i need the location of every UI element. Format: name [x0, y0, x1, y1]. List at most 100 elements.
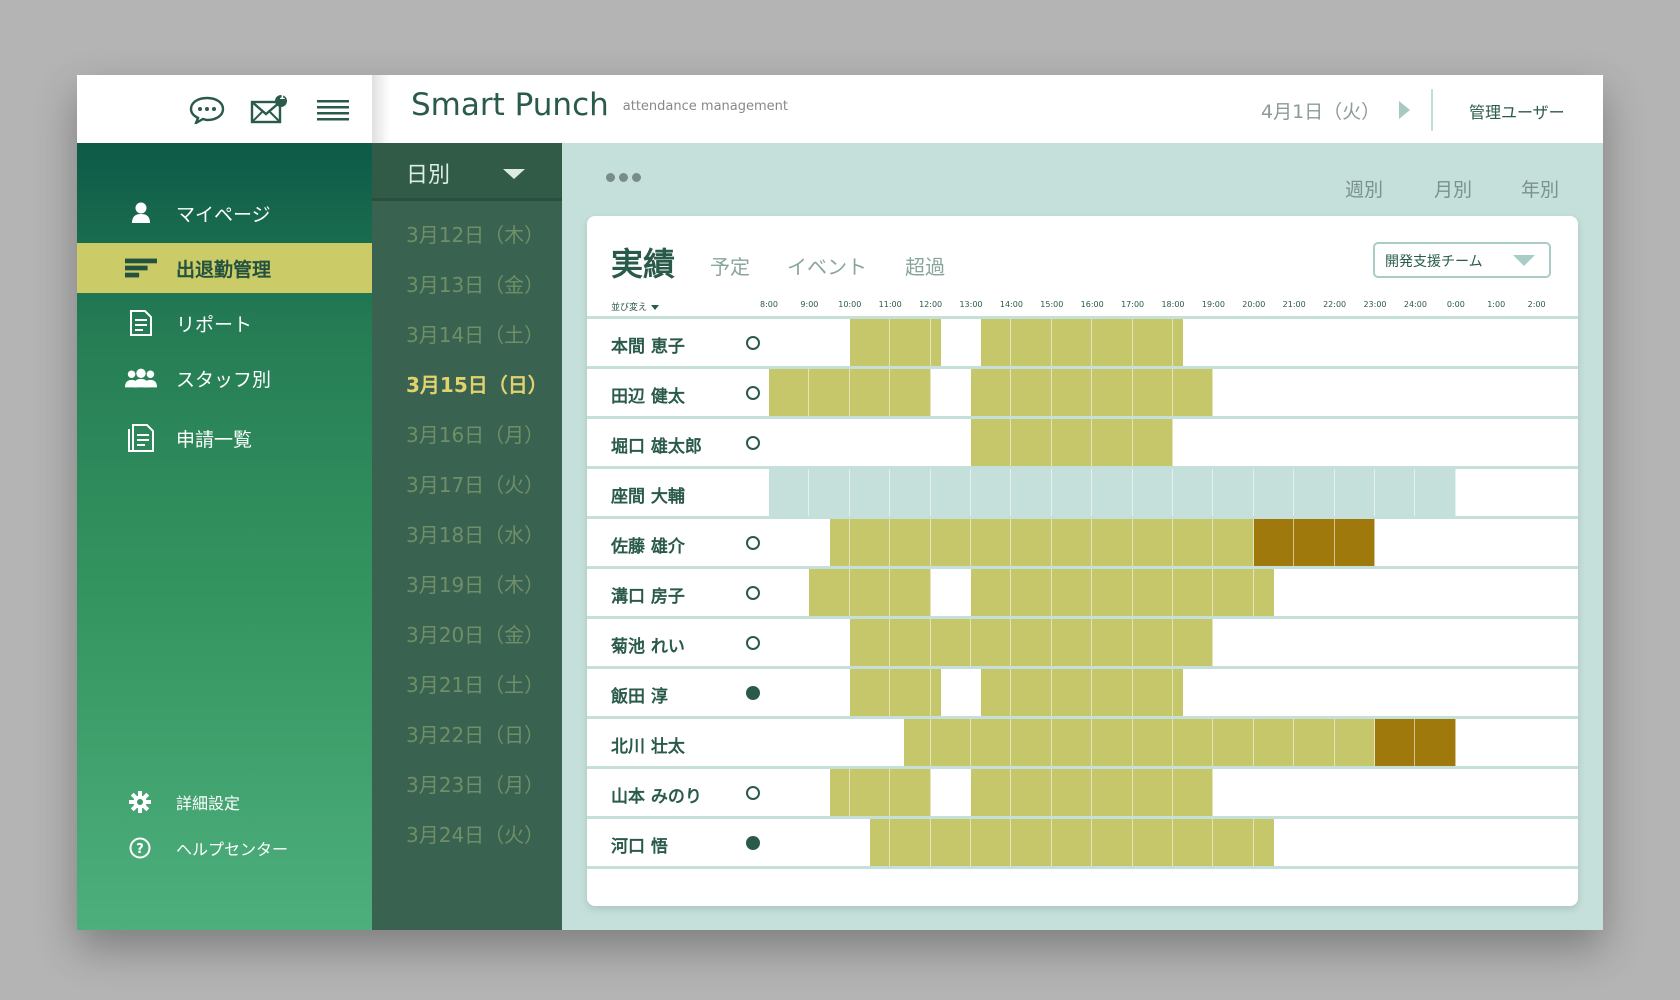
tab-actual[interactable]: 実績 [611, 239, 675, 285]
chevron-down-icon [1513, 255, 1535, 266]
staff-name[interactable]: 溝口 房子 [611, 582, 685, 607]
staff-name[interactable]: 田辺 健太 [611, 382, 685, 407]
staff-row[interactable]: 溝口 房子 [587, 566, 1578, 616]
top-bar: 1 Smart Punch attendance management 4月1日（… [77, 75, 1603, 143]
app-window: 1 Smart Punch attendance management 4月1日（… [77, 75, 1603, 930]
timeline-cells [769, 769, 1578, 816]
hour-cell [1375, 769, 1416, 816]
status-outline-icon [746, 336, 760, 350]
staff-row[interactable]: 飯田 淳 [587, 666, 1578, 716]
staff-name[interactable]: 佐藤 雄介 [611, 532, 685, 557]
hour-cell [809, 619, 850, 666]
document-icon [125, 309, 157, 337]
hour-cell [1213, 519, 1254, 566]
hour-cell [1254, 619, 1295, 666]
tab-overtime[interactable]: 超過 [905, 251, 945, 280]
date-item[interactable]: 3月24日（火） [406, 819, 544, 848]
staff-name[interactable]: 山本 みのり [611, 782, 702, 807]
date-item[interactable]: 3月22日（日） [406, 719, 544, 748]
hour-cell [1173, 769, 1214, 816]
staff-name[interactable]: 本間 恵子 [611, 332, 685, 357]
hour-cell [850, 419, 891, 466]
chat-icon[interactable] [187, 95, 227, 125]
hour-cell [931, 469, 971, 516]
staff-row[interactable]: 菊池 れい [587, 616, 1578, 666]
date-item[interactable]: 3月21日（土） [406, 669, 544, 698]
date-item[interactable]: 3月13日（金） [406, 269, 544, 298]
staff-name[interactable]: 北川 壮太 [611, 732, 685, 757]
hour-cell [1173, 619, 1214, 666]
hour-cell [1456, 469, 1497, 516]
sort-button[interactable]: 並び変え [611, 300, 660, 313]
hour-cell [1496, 369, 1537, 416]
staff-row[interactable]: 山本 みのり [587, 766, 1578, 816]
hour-cell [1415, 619, 1456, 666]
date-item[interactable]: 3月17日（火） [406, 469, 544, 498]
date-item[interactable]: 3月16日（月） [406, 419, 544, 448]
sidebar-item-report[interactable]: リポート [77, 298, 372, 348]
hour-cell [1254, 519, 1295, 566]
more-options-icon[interactable] [606, 173, 641, 182]
date-item[interactable]: 3月12日（木） [406, 219, 544, 248]
timeline-cells [769, 719, 1578, 766]
tab-planned[interactable]: 予定 [710, 251, 750, 280]
tab-yearly[interactable]: 年別 [1521, 175, 1559, 202]
staff-name[interactable]: 飯田 淳 [611, 682, 668, 707]
staff-row[interactable]: 田辺 健太 [587, 366, 1578, 416]
staff-name[interactable]: 座間 大輔 [611, 482, 685, 507]
hour-cell [1213, 419, 1254, 466]
mail-icon[interactable]: 1 [249, 92, 289, 125]
staff-row[interactable]: 北川 壮太 [587, 716, 1578, 766]
tab-monthly[interactable]: 月別 [1434, 175, 1472, 202]
sidebar-item-requests[interactable]: 申請一覧 [77, 413, 372, 463]
hour-cell [890, 319, 931, 366]
divider [1431, 89, 1433, 131]
hamburger-menu-icon[interactable] [313, 95, 353, 125]
staff-name[interactable]: 堀口 雄太郎 [611, 432, 702, 457]
date-item[interactable]: 3月23日（月） [406, 769, 544, 798]
date-item[interactable]: 3月15日（日） [406, 369, 548, 398]
hour-cell [809, 819, 850, 866]
status-outline-icon [746, 786, 760, 800]
staff-name[interactable]: 菊池 れい [611, 632, 685, 657]
hour-cell [850, 469, 891, 516]
hour-label: 11:00 [878, 300, 902, 309]
hour-label: 15:00 [1040, 300, 1064, 309]
staff-row[interactable]: 座間 大輔 [587, 466, 1578, 516]
timeline-cells [769, 319, 1578, 366]
sidebar-item-mypage[interactable]: マイページ [77, 188, 372, 238]
staff-row[interactable]: 佐藤 雄介 [587, 516, 1578, 566]
staff-row[interactable]: 河口 悟 [587, 816, 1578, 866]
hour-cell [1375, 619, 1416, 666]
date-item[interactable]: 3月18日（水） [406, 519, 544, 548]
staff-name[interactable]: 河口 悟 [611, 832, 668, 857]
hour-cell [1173, 669, 1214, 716]
date-item[interactable]: 3月14日（土） [406, 319, 544, 348]
staff-row[interactable]: 堀口 雄太郎 [587, 416, 1578, 466]
hour-cell [1496, 769, 1537, 816]
hour-cell [890, 819, 931, 866]
sidebar-item-staff[interactable]: スタッフ別 [77, 353, 372, 403]
staff-row[interactable]: 本間 恵子 [587, 316, 1578, 366]
hour-cell [1052, 319, 1093, 366]
hour-cell [1335, 569, 1375, 616]
settings-link[interactable]: 詳細設定 [77, 784, 372, 820]
hour-cell [1335, 319, 1375, 366]
hour-cell [809, 669, 850, 716]
mail-badge: 1 [279, 92, 286, 102]
next-date-arrow-icon[interactable] [1399, 101, 1410, 119]
tab-event[interactable]: イベント [787, 251, 867, 280]
date-item[interactable]: 3月19日（木） [406, 569, 544, 598]
view-mode-dropdown[interactable]: 日別 [372, 143, 562, 201]
hour-cell [1375, 669, 1416, 716]
tab-weekly[interactable]: 週別 [1345, 175, 1383, 202]
hour-cell [931, 419, 971, 466]
team-dropdown[interactable]: 開発支援チーム [1373, 242, 1551, 278]
hour-cell [1213, 669, 1254, 716]
app-title-text: Smart Punch [411, 87, 609, 123]
sidebar-item-attendance[interactable]: 出退勤管理 [77, 243, 372, 293]
date-panel: 日別 3月12日（木） 3月13日（金） 3月14日（土） 3月15日（日） 3月16日… [372, 143, 562, 930]
help-center-link[interactable]: ? ヘルプセンター [77, 830, 372, 866]
admin-user-link[interactable]: 管理ユーザー [1469, 99, 1565, 123]
date-item[interactable]: 3月20日（金） [406, 619, 544, 648]
